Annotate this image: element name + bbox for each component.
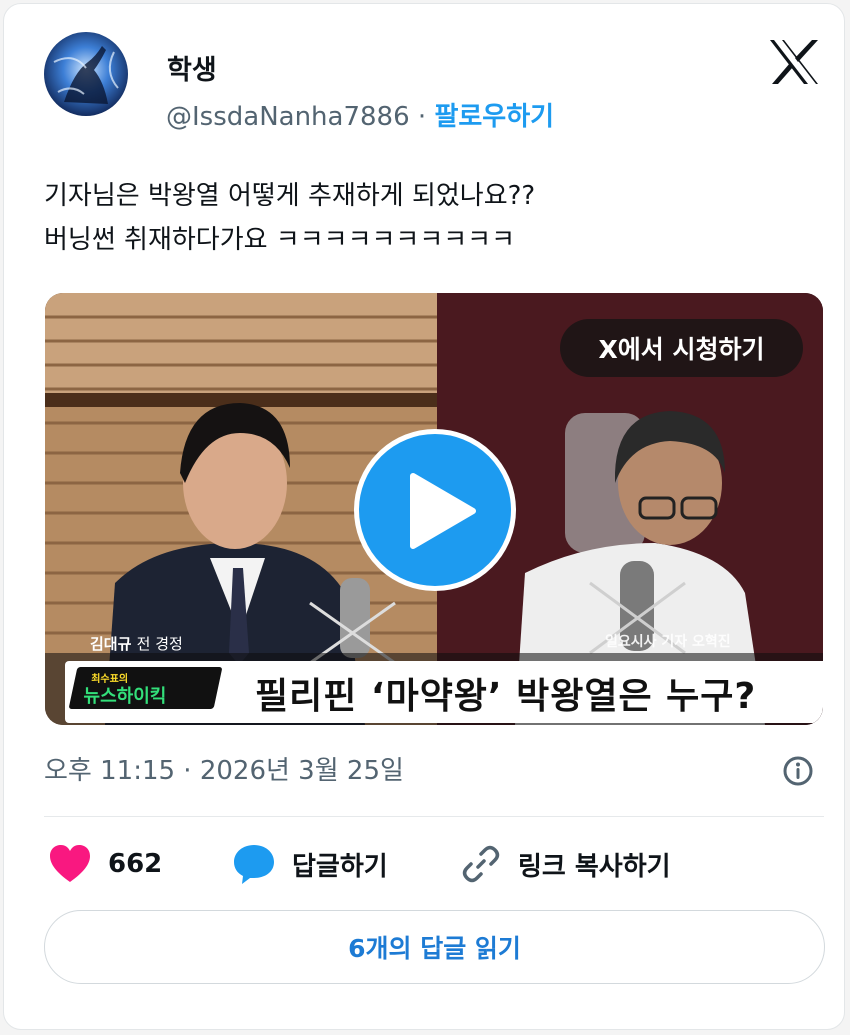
divider [44, 816, 824, 817]
reply-button[interactable]: 답글하기 [232, 842, 388, 886]
avatar[interactable] [44, 32, 128, 116]
play-button[interactable] [354, 429, 516, 591]
caption-left: 김대규 전 경정 [90, 633, 183, 654]
x-logo-icon[interactable] [768, 38, 820, 86]
play-icon [410, 473, 476, 549]
show-logo: 최수표의 뉴스하이킥 [68, 667, 223, 709]
reply-bubble-icon [234, 845, 274, 884]
author-handle[interactable]: @IssdaNanha7886 [166, 102, 410, 132]
caption-left-role: 전 경정 [136, 635, 183, 653]
copy-link-label: 링크 복사하기 [518, 851, 671, 882]
handle-separator: · [417, 102, 427, 132]
author-display-name[interactable]: 학생 [167, 48, 217, 87]
like-count: 662 [108, 849, 163, 879]
video-headline: 필리핀 ‘마약왕’ 박왕열은 누구? [255, 676, 757, 717]
read-replies-button[interactable]: 6개의 답글 읽기 [44, 910, 825, 984]
tweet-timestamp[interactable]: 오후 11:15 · 2026년 3월 25일 [44, 750, 404, 787]
show-logo-big: 뉴스하이킥 [83, 686, 167, 707]
caption-left-name: 김대규 [90, 635, 132, 653]
heart-icon [50, 845, 90, 882]
video-headline-banner: 최수표의 뉴스하이킥 필리핀 ‘마약왕’ 박왕열은 누구? [65, 661, 823, 723]
caption-right: 일요시사 기자 오혁진 [605, 634, 731, 650]
author-handle-row: @IssdaNanha7886 · 팔로우하기 [166, 96, 554, 133]
tweet-text-line: 기자님은 박왕열 어떻게 추재하게 되었나요?? [44, 181, 536, 211]
info-icon[interactable] [782, 755, 814, 791]
tweet-embed-card: 학생 @IssdaNanha7886 · 팔로우하기 기자님은 박왕열 어떻게 … [3, 3, 845, 1030]
like-button[interactable]: 662 [48, 842, 162, 886]
copy-link-button[interactable]: 링크 복사하기 [460, 842, 671, 886]
watch-on-x-button[interactable]: X에서 시청하기 [560, 319, 803, 377]
link-icon [462, 845, 500, 883]
reply-label: 답글하기 [292, 851, 388, 882]
tweet-text-line: 버닝썬 취재하다가요 ㅋㅋㅋㅋㅋㅋㅋㅋㅋㅋ [44, 225, 516, 255]
follow-button[interactable]: 팔로우하기 [434, 102, 554, 132]
tweet-text: 기자님은 박왕열 어떻게 추재하게 되었나요?? 버닝썬 취재하다가요 ㅋㅋㅋㅋ… [44, 174, 535, 262]
video-player[interactable]: X에서 시청하기 김대규 전 경정 일요시사 기자 오혁진 최수표의 뉴스하이킥… [45, 293, 823, 725]
